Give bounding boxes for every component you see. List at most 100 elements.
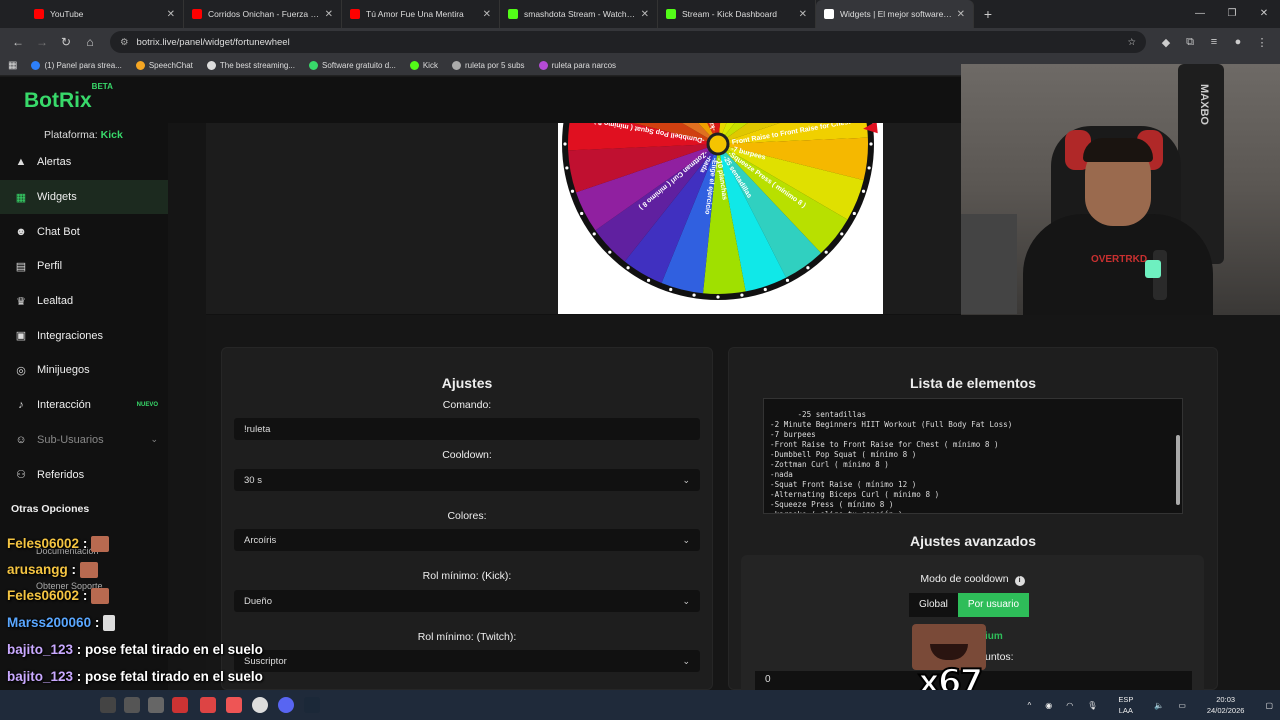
back-icon[interactable]: ←	[6, 35, 30, 49]
wheel-rim-dot	[852, 211, 856, 216]
bookmark-item[interactable]: Software gratuito d...	[309, 61, 396, 70]
tab-favicon-icon	[192, 9, 202, 19]
browser-tab[interactable]: Stream - Kick Dashboard ✕	[658, 0, 816, 28]
url-text: botrix.live/panel/widget/fortunewheel	[136, 36, 290, 48]
streamer-hair	[1083, 138, 1153, 162]
bookmark-item[interactable]: The best streaming...	[206, 61, 295, 70]
sidebar-item-integraciones[interactable]: ▣ Integraciones	[0, 318, 168, 353]
media-icon[interactable]: ≡	[1202, 36, 1226, 48]
sidebar-item-minijuegos[interactable]: ◎ Minijuegos	[0, 353, 168, 388]
wheel-hub[interactable]	[706, 132, 730, 156]
close-tab-icon[interactable]: ✕	[641, 9, 649, 20]
min-role-kick-select[interactable]: Dueño ⌄	[234, 590, 700, 612]
taskbar-app-icon[interactable]	[124, 697, 140, 713]
taskbar-app-icon[interactable]	[226, 697, 242, 713]
profile-avatar-icon[interactable]: ●	[1226, 36, 1250, 48]
sidebar-item-sub-usuarios[interactable]: ☺ Sub-Usuarios ⌄	[0, 423, 168, 458]
tray-app-icon[interactable]: ◉	[1045, 701, 1052, 710]
extension-icon[interactable]: ◆	[1154, 36, 1178, 49]
clock[interactable]: 20:03 24/02/2026	[1200, 694, 1252, 716]
fortune-wheel-preview: Front Raise to Front Raise for Chest -7 b…	[558, 123, 883, 314]
item-list-textarea[interactable]: -25 sentadillas -2 Minute Beginners HIIT…	[763, 398, 1183, 514]
bookmark-star-icon[interactable]: ☆	[1127, 37, 1136, 48]
language-indicator[interactable]: ESP LAA	[1111, 694, 1140, 716]
close-tab-icon[interactable]: ✕	[957, 9, 965, 20]
taskbar-app-icon[interactable]	[172, 697, 188, 713]
sidebar-item-lealtad[interactable]: ♛ Lealtad	[0, 284, 168, 319]
bookmark-item[interactable]: ruleta por 5 subs	[451, 61, 525, 70]
volume-icon[interactable]: 🔈	[1154, 701, 1164, 710]
browser-tab[interactable]: YouTube ✕	[26, 0, 184, 28]
sidebar-item-label: Lealtad	[37, 295, 74, 308]
cooldown-select[interactable]: 30 s ⌄	[234, 469, 700, 491]
chat-text: :	[82, 536, 88, 551]
browser-tab[interactable]: Tú Amor Fue Una Mentira ✕	[342, 0, 500, 28]
wheel-rim-dot	[608, 250, 612, 254]
textarea-scrollbar[interactable]	[1176, 435, 1180, 505]
punching-bag-text: MAXBO	[1198, 84, 1210, 125]
sidebar-item-interacci-n[interactable]: ♪ Interacción NUEVO	[0, 388, 168, 423]
close-tab-icon[interactable]: ✕	[325, 9, 333, 20]
tab-favicon-icon	[34, 9, 44, 19]
bookmark-item[interactable]: SpeechChat	[135, 61, 193, 70]
sidebar-item-label: Widgets	[37, 191, 77, 204]
chrome-taskbar-icon[interactable]	[252, 697, 268, 713]
info-icon[interactable]: i	[1014, 576, 1025, 586]
sidebar-item-referidos[interactable]: ⚇ Referidos	[0, 457, 168, 492]
chevron-down-icon: ⌄	[682, 474, 690, 485]
sidebar-item-chat-bot[interactable]: ☻ Chat Bot	[0, 214, 168, 249]
wifi-icon[interactable]: ◠	[1066, 701, 1073, 710]
global-option[interactable]: Global	[909, 593, 958, 617]
taskbar-app-icon[interactable]	[200, 697, 216, 713]
wheel-rim-dot	[669, 287, 673, 292]
browser-menu-icon[interactable]: ⋮	[1250, 36, 1274, 49]
taskbar-app-icon[interactable]	[148, 697, 164, 713]
close-tab-icon[interactable]: ✕	[483, 9, 491, 20]
sidebar-item-perfil[interactable]: ▤ Perfil	[0, 249, 168, 284]
close-tab-icon[interactable]: ✕	[799, 9, 807, 20]
battery-icon[interactable]: ▭	[1178, 701, 1186, 710]
home-icon[interactable]: ⌂	[78, 35, 102, 49]
colors-select[interactable]: Arcoíris ⌄	[234, 529, 700, 551]
sidebar-item-widgets[interactable]: ▦ Widgets	[0, 179, 168, 215]
bookmark-item[interactable]: ruleta para narcos	[538, 61, 617, 70]
bookmark-label: ruleta para narcos	[551, 61, 617, 70]
bookmark-item[interactable]: Kick	[409, 61, 438, 70]
chevron-down-icon: ⌄	[150, 434, 158, 445]
tray-chevron-icon[interactable]: ^	[1027, 701, 1031, 710]
close-window-icon[interactable]: ✕	[1248, 0, 1280, 28]
extensions-puzzle-icon[interactable]: ⧉	[1178, 36, 1202, 49]
bookmark-item[interactable]: (1) Panel para strea...	[31, 61, 122, 70]
browser-tab[interactable]: smashdota Stream - Watch Live ✕	[500, 0, 658, 28]
sidebar-item-alertas[interactable]: ▲ Alertas	[0, 145, 168, 180]
site-info-icon[interactable]: ⚙	[120, 37, 129, 48]
sidebar-item-label: Sub-Usuarios	[37, 433, 104, 446]
taskbar-app-icon[interactable]	[100, 697, 116, 713]
mic-icon[interactable]: 🎙	[1087, 701, 1097, 710]
wheel-rim-dot	[861, 189, 866, 193]
fortune-wheel: Front Raise to Front Raise for Chest-7 b…	[562, 123, 878, 300]
chat-message: arusangg :	[7, 562, 99, 579]
steam-taskbar-icon[interactable]	[304, 697, 320, 713]
per-user-option[interactable]: Por usuario	[957, 593, 1030, 617]
browser-tab[interactable]: Widgets | El mejor software pa ✕	[816, 0, 974, 28]
browser-tab[interactable]: Corridos Onichan - Fuerza regi ✕	[184, 0, 342, 28]
browser-tab-bar: YouTube ✕ Corridos Onichan - Fuerza regi ✕ T…	[0, 0, 1280, 28]
forward-icon[interactable]: →	[30, 35, 54, 49]
wheel-rim-dot	[565, 166, 569, 170]
reload-icon[interactable]: ↻	[54, 35, 78, 49]
minimize-icon[interactable]: —	[1184, 0, 1216, 28]
colors-label: Colores:	[447, 510, 487, 522]
chat-emote	[91, 536, 110, 553]
new-tab-button[interactable]: +	[974, 0, 1002, 28]
notification-icon[interactable]: ▢	[1265, 701, 1273, 710]
botrix-logo[interactable]: BotRixBETA	[24, 82, 113, 113]
restore-icon[interactable]: ❐	[1216, 0, 1248, 28]
discord-taskbar-icon[interactable]	[278, 697, 294, 713]
apps-grid-icon[interactable]: ▦	[8, 60, 17, 71]
wheel-rim-dot	[806, 266, 810, 270]
min-role-twitch-select[interactable]: Suscriptor ⌄	[234, 650, 700, 672]
url-field[interactable]: ⚙ botrix.live/panel/widget/fortunewheel …	[110, 31, 1146, 53]
command-input[interactable]: !ruleta	[234, 418, 700, 440]
close-tab-icon[interactable]: ✕	[167, 9, 175, 20]
